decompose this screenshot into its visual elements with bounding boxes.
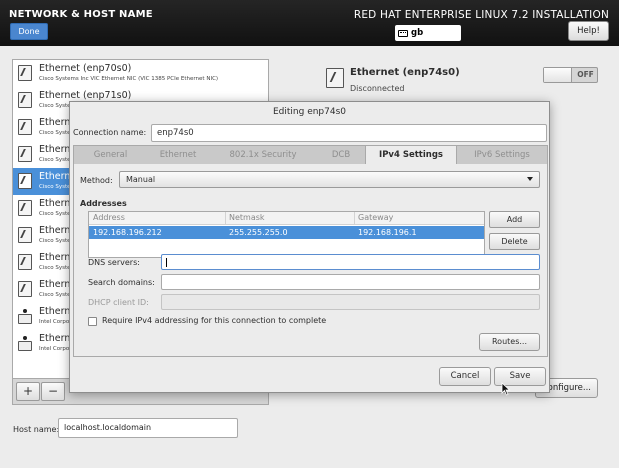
tab-ipv6-settings[interactable]: IPv6 Settings xyxy=(457,146,547,164)
ethernet-plug-icon xyxy=(18,92,32,108)
table-header: Address Netmask Gateway xyxy=(89,212,484,225)
method-value: Manual xyxy=(126,175,156,184)
tab-8021x-security[interactable]: 802.1x Security xyxy=(209,146,317,164)
search-domains-input[interactable] xyxy=(161,274,540,290)
dhcp-client-id-label: DHCP client ID: xyxy=(88,298,149,307)
header-bar: NETWORK & HOST NAME Done RED HAT ENTERPR… xyxy=(0,0,619,46)
require-ipv4-label[interactable]: Require IPv4 addressing for this connect… xyxy=(102,316,326,325)
netmask-cell[interactable]: 255.255.255.0 xyxy=(229,228,288,237)
search-domains-label: Search domains: xyxy=(88,278,155,287)
installer-title: RED HAT ENTERPRISE LINUX 7.2 INSTALLATIO… xyxy=(353,9,609,21)
ethernet-plug-icon xyxy=(18,227,32,243)
ethernet-plug-icon xyxy=(18,146,32,162)
device-description: Cisco Syste xyxy=(39,292,71,298)
column-separator xyxy=(354,212,355,225)
device-description: Intel Corpo xyxy=(39,319,70,325)
require-ipv4-checkbox[interactable] xyxy=(88,317,97,326)
remove-device-button[interactable]: − xyxy=(41,382,65,401)
settings-tabbar: General Ethernet 802.1x Security DCB IPv… xyxy=(73,145,548,165)
hostname-input[interactable]: localhost.localdomain xyxy=(58,418,238,438)
keyboard-layout-indicator[interactable]: gb xyxy=(395,25,461,41)
dns-servers-input[interactable] xyxy=(161,254,540,270)
column-header-address[interactable]: Address xyxy=(93,213,125,222)
device-description: Cisco Systems Inc VIC Ethernet NIC (VIC … xyxy=(39,76,219,82)
mouse-pointer-icon xyxy=(501,382,511,396)
device-name: Ethernet (enp71s0) xyxy=(39,90,132,101)
ethernet-plug-icon xyxy=(326,68,344,88)
method-select[interactable]: Manual xyxy=(119,171,540,188)
dhcp-client-id-input[interactable] xyxy=(161,294,540,310)
ethernet-plug-icon xyxy=(18,65,32,81)
toggle-knob xyxy=(544,68,572,82)
device-name: Ethernet (enp70s0) xyxy=(39,63,132,74)
addresses-heading: Addresses xyxy=(80,199,127,208)
cancel-button[interactable]: Cancel xyxy=(439,367,491,386)
method-label: Method: xyxy=(80,176,113,185)
table-row[interactable]: 192.168.196.212 255.255.255.0 192.168.19… xyxy=(89,226,484,239)
device-item[interactable]: Ethernet (enp70s0) Cisco Systems Inc VIC… xyxy=(13,60,268,87)
keyboard-icon xyxy=(398,29,408,37)
column-separator xyxy=(225,212,226,225)
tab-ipv4-settings[interactable]: IPv4 Settings xyxy=(365,146,457,165)
keyboard-layout-label: gb xyxy=(411,28,424,38)
add-device-button[interactable]: + xyxy=(16,382,40,401)
help-button[interactable]: Help! xyxy=(568,21,609,41)
chevron-down-icon xyxy=(527,177,533,181)
device-description: Cisco Syste xyxy=(39,157,71,163)
column-header-netmask[interactable]: Netmask xyxy=(229,213,265,222)
connection-toggle[interactable]: OFF xyxy=(543,67,598,83)
text-caret xyxy=(166,258,167,267)
device-description: Cisco Syste xyxy=(39,211,71,217)
device-description: Cisco Syste xyxy=(39,265,71,271)
device-description: Cisco Syste xyxy=(39,103,71,109)
network-card-icon xyxy=(18,335,32,351)
device-description: Cisco Syste xyxy=(39,238,71,244)
column-header-gateway[interactable]: Gateway xyxy=(358,213,393,222)
network-card-icon xyxy=(18,308,32,324)
add-address-button[interactable]: Add xyxy=(489,211,540,228)
device-description: Intel Corpo xyxy=(39,346,70,352)
tab-general[interactable]: General xyxy=(74,146,147,164)
tab-dcb[interactable]: DCB xyxy=(317,146,365,164)
connection-name-input[interactable]: enp74s0 xyxy=(151,124,547,142)
ethernet-plug-icon xyxy=(18,254,32,270)
dns-servers-label: DNS servers: xyxy=(88,258,140,267)
ethernet-plug-icon xyxy=(18,281,32,297)
page-title: NETWORK & HOST NAME xyxy=(9,9,153,20)
edit-connection-dialog: Editing enp74s0 Connection name: enp74s0… xyxy=(69,101,550,393)
dialog-title: Editing enp74s0 xyxy=(272,107,347,117)
selected-device-title: Ethernet (enp74s0) xyxy=(350,67,460,78)
selected-device-status: Disconnected xyxy=(350,84,405,93)
ethernet-plug-icon xyxy=(18,119,32,135)
hostname-label: Host name: xyxy=(13,425,60,434)
device-description: Cisco Syste xyxy=(39,130,71,136)
toggle-state-label: OFF xyxy=(577,70,594,79)
delete-address-button[interactable]: Delete xyxy=(489,233,540,250)
device-description: Cisco Syste xyxy=(39,184,71,190)
address-cell[interactable]: 192.168.196.212 xyxy=(93,228,162,237)
addresses-table: Address Netmask Gateway 192.168.196.212 … xyxy=(88,211,485,258)
connection-name-label: Connection name: xyxy=(73,128,147,137)
ethernet-plug-icon xyxy=(18,173,32,189)
gateway-cell[interactable]: 192.168.196.1 xyxy=(358,228,417,237)
routes-button[interactable]: Routes... xyxy=(479,333,540,351)
tab-ethernet[interactable]: Ethernet xyxy=(147,146,209,164)
done-button[interactable]: Done xyxy=(10,23,48,40)
ethernet-plug-icon xyxy=(18,200,32,216)
